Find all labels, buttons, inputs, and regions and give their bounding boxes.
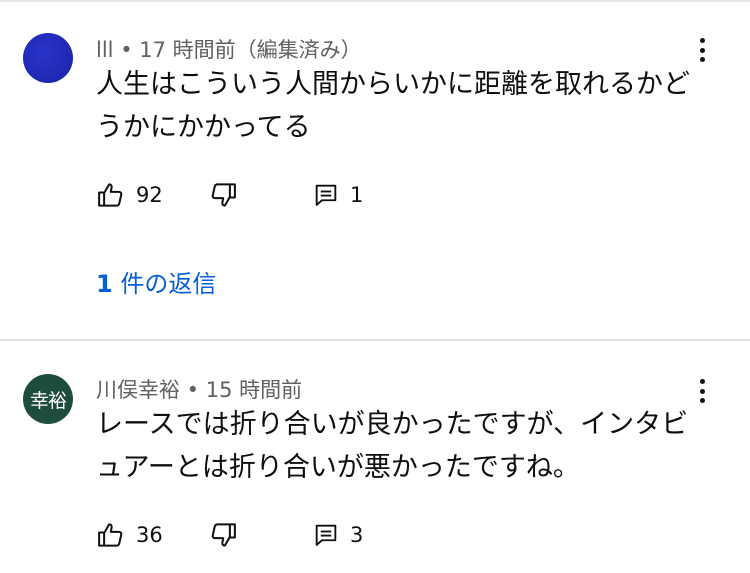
comment-time[interactable]: 17 時間前（編集済み） — [139, 38, 361, 62]
reply-count: 3 — [350, 523, 364, 547]
more-vertical-icon[interactable] — [692, 34, 712, 66]
comment-text-line: ュアーとは折り合いが悪かったですね。 — [96, 452, 580, 483]
thumbs-up-icon — [98, 523, 123, 547]
thumbs-up-icon — [98, 183, 123, 207]
comment-text-line: 人生はこういう人間からいかに距離を取れるかど — [96, 69, 690, 100]
comment-meta: 川俣幸裕 • 15 時間前 — [96, 374, 302, 404]
avatar[interactable] — [23, 33, 73, 83]
meta-separator: • — [180, 378, 206, 402]
comment-item: lll • 17 時間前（編集済み） 人生はこういう人間からいかに距離を取れるか… — [0, 0, 750, 340]
avatar[interactable]: 幸裕 — [23, 374, 73, 424]
dislike-button[interactable] — [208, 179, 238, 211]
comment-time[interactable]: 15 時間前 — [206, 378, 302, 402]
like-button[interactable]: 92 — [96, 179, 163, 211]
comment-meta: lll • 17 時間前（編集済み） — [96, 34, 362, 64]
like-count: 92 — [136, 183, 163, 207]
reply-button[interactable]: 3 — [312, 519, 363, 551]
view-replies-link[interactable]: 1 件の返信 — [96, 264, 216, 299]
comment-reply-icon — [315, 524, 337, 546]
comment-author[interactable]: lll — [96, 38, 114, 62]
avatar-text: 幸裕 — [29, 389, 67, 412]
comment-actions: 92 1 — [96, 179, 496, 211]
reply-count: 1 — [350, 183, 364, 207]
comment-actions: 36 3 — [96, 519, 496, 551]
comment-text-line: レースでは折り合いが良かったですが、インタビ — [96, 409, 689, 440]
reply-button[interactable]: 1 — [312, 179, 363, 211]
replies-link-label: 件の返信 — [112, 270, 217, 298]
comment-item: 幸裕 川俣幸裕 • 15 時間前 レースでは折り合いが良かったですが、インタビ … — [0, 341, 750, 573]
like-button[interactable]: 36 — [96, 519, 163, 551]
thumbs-down-icon — [211, 523, 236, 547]
dislike-button[interactable] — [208, 519, 238, 551]
comment-text: レースでは折り合いが良かったですが、インタビ ュアーとは折り合いが悪かったですね… — [96, 403, 716, 489]
meta-separator: • — [113, 38, 140, 62]
thumbs-down-icon — [211, 183, 236, 207]
comment-text-line: うかにかかってる — [96, 112, 311, 143]
like-count: 36 — [136, 523, 163, 547]
comment-reply-icon — [315, 184, 337, 206]
comment-author[interactable]: 川俣幸裕 — [96, 378, 180, 402]
comment-text: 人生はこういう人間からいかに距離を取れるかど うかにかかってる — [96, 63, 716, 149]
replies-link-count: 1 — [96, 270, 113, 298]
